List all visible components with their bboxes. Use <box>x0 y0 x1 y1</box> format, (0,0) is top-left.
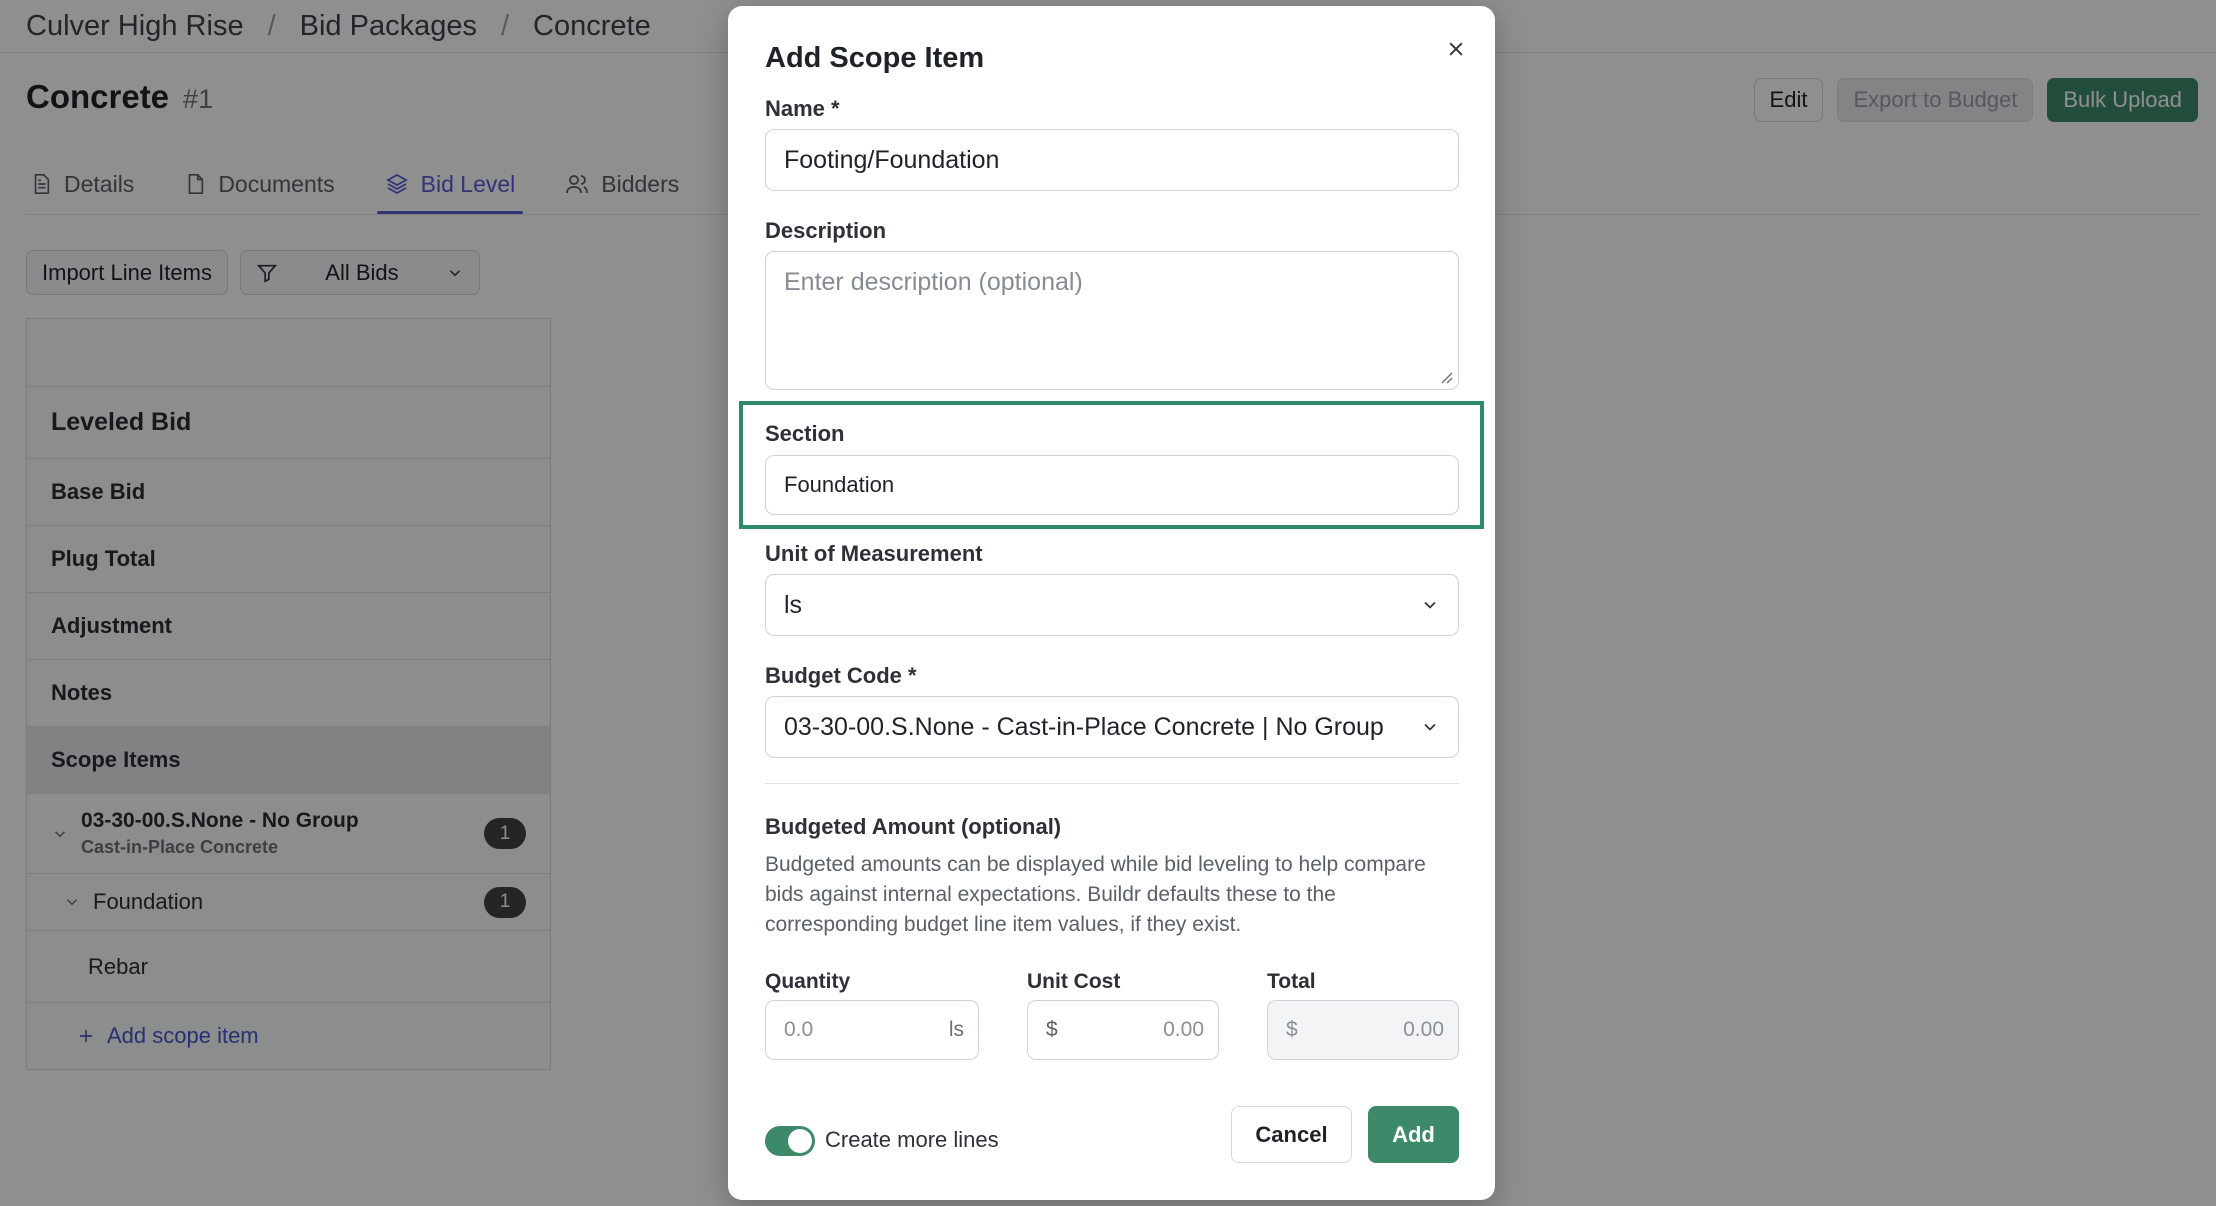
unit-cost-placeholder: 0.00 <box>1163 1018 1204 1041</box>
description-label: Description <box>765 218 887 243</box>
add-button[interactable]: Add <box>1368 1106 1459 1163</box>
unit-cost-field[interactable]: $ 0.00 <box>1027 1000 1219 1060</box>
cancel-button[interactable]: Cancel <box>1231 1106 1352 1163</box>
section-divider <box>765 783 1459 784</box>
uom-select[interactable]: ls <box>765 574 1459 636</box>
budget-code-select[interactable]: 03-30-00.S.None - Cast-in-Place Concrete… <box>765 696 1459 758</box>
budget-code-label: Budget Code * <box>765 663 917 688</box>
resize-handle-icon[interactable] <box>1438 369 1454 385</box>
quantity-placeholder: 0.0 <box>784 1018 814 1041</box>
uom-label: Unit of Measurement <box>765 541 983 566</box>
section-label: Section <box>765 421 845 446</box>
budgeted-amount-title: Budgeted Amount (optional) <box>765 814 1062 839</box>
total-field: $ 0.00 <box>1267 1000 1459 1060</box>
quantity-field[interactable]: 0.0 ls <box>765 1000 979 1060</box>
section-field[interactable]: Foundation <box>765 455 1459 515</box>
add-scope-item-dialog: Add Scope Item Name * Footing/Foundation… <box>728 6 1495 1200</box>
currency-prefix: $ <box>1286 1018 1298 1041</box>
close-button[interactable] <box>1441 34 1471 64</box>
create-more-lines-toggle[interactable] <box>765 1126 815 1156</box>
toggle-knob <box>788 1129 812 1153</box>
name-field[interactable]: Footing/Foundation <box>765 129 1459 191</box>
chevron-down-icon <box>1420 717 1440 737</box>
total-value: 0.00 <box>1403 1018 1444 1041</box>
description-field[interactable]: Enter description (optional) <box>765 251 1459 390</box>
budgeted-amount-description: Budgeted amounts can be displayed while … <box>765 853 1426 936</box>
create-more-lines-label: Create more lines <box>825 1127 999 1152</box>
unit-cost-label: Unit Cost <box>1027 970 1121 993</box>
dialog-title: Add Scope Item <box>765 42 985 74</box>
close-icon <box>1446 39 1466 59</box>
currency-prefix: $ <box>1046 1018 1058 1041</box>
name-label: Name * <box>765 96 840 121</box>
quantity-unit: ls <box>948 1018 964 1041</box>
budget-code-value: 03-30-00.S.None - Cast-in-Place Concrete… <box>784 712 1384 741</box>
total-label: Total <box>1267 970 1316 993</box>
description-placeholder: Enter description (optional) <box>784 268 1083 296</box>
quantity-label: Quantity <box>765 970 851 993</box>
uom-value: ls <box>784 590 803 619</box>
chevron-down-icon <box>1420 595 1440 615</box>
